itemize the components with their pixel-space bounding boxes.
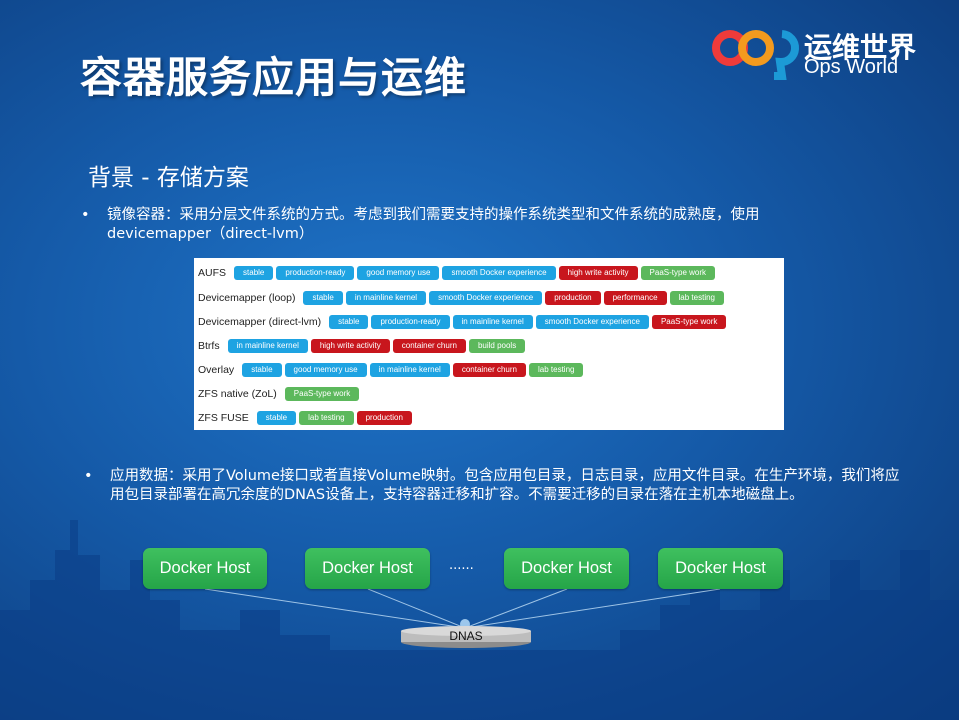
docker-host-box: Docker Host xyxy=(143,548,267,589)
docker-host-box: Docker Host xyxy=(504,548,629,589)
host-connection-lines xyxy=(204,588,721,629)
docker-host-box: Docker Host xyxy=(658,548,783,589)
dnas-storage-disk: DNAS xyxy=(400,625,532,649)
docker-host-box: Docker Host xyxy=(305,548,430,589)
diagram-ellipsis: ...... xyxy=(449,558,474,573)
dnas-label: DNAS xyxy=(449,629,483,643)
